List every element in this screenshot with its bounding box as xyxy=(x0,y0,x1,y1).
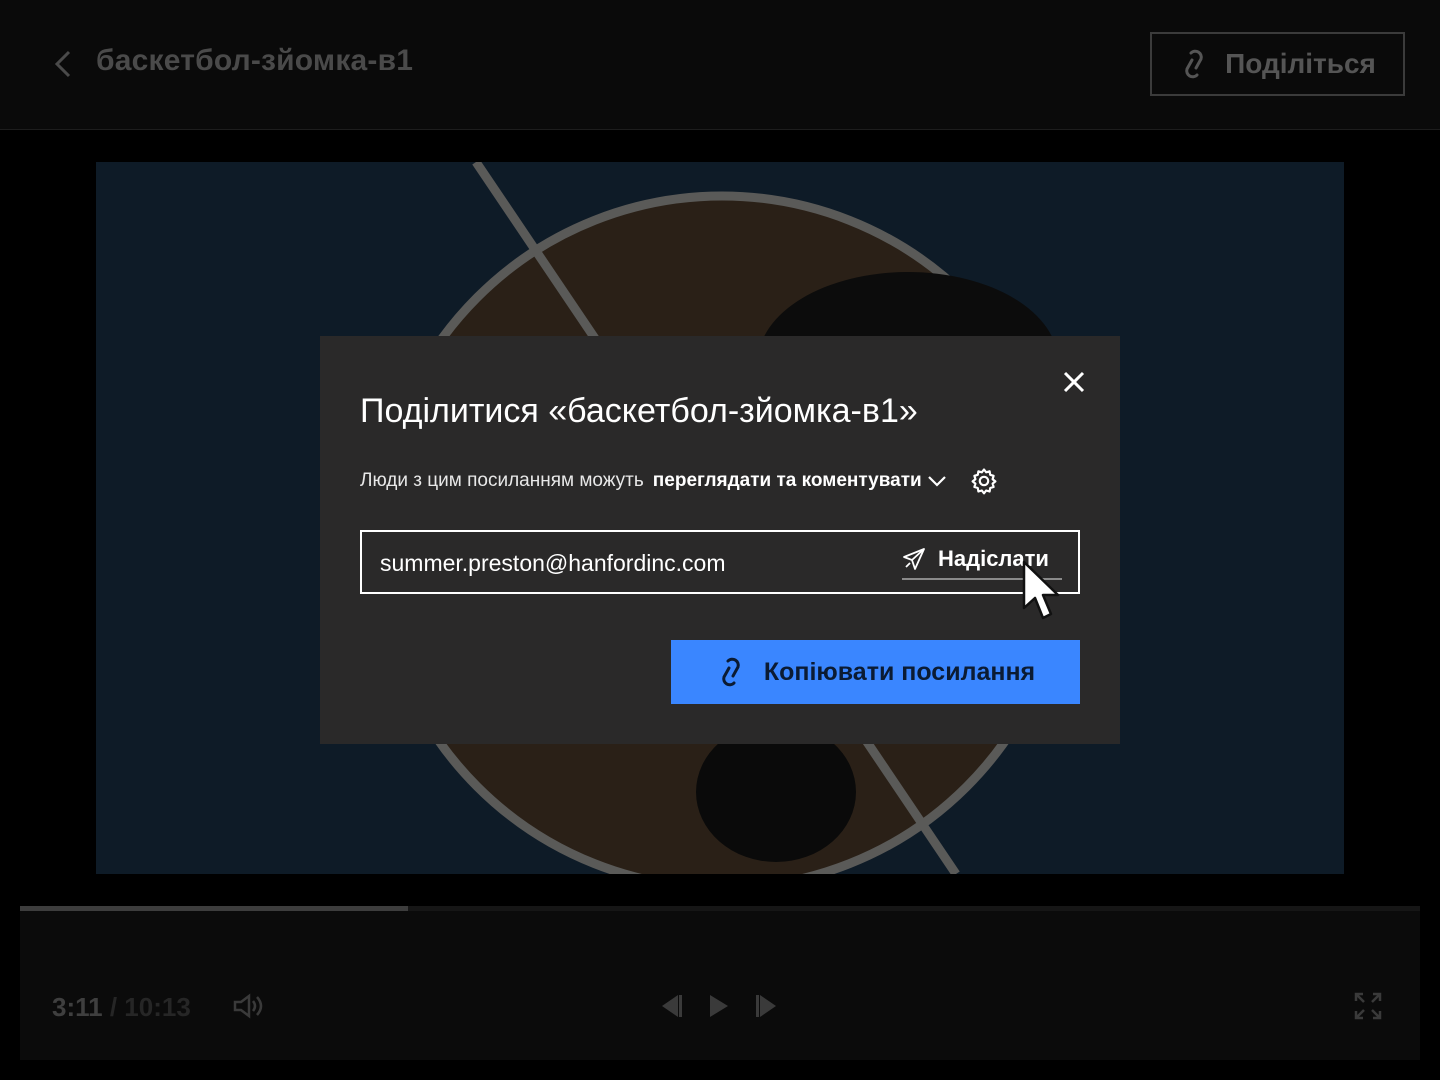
email-field-container: Надіслати xyxy=(360,530,1080,594)
close-button[interactable] xyxy=(1058,366,1090,398)
player-controls: 3:11 / 10:13 xyxy=(20,906,1420,1060)
copy-link-button[interactable]: Копіювати посилання xyxy=(671,640,1080,704)
copy-link-label: Копіювати посилання xyxy=(763,657,1036,686)
share-button-label: Поділіться xyxy=(1225,48,1376,79)
send-icon xyxy=(903,548,925,570)
volume-button[interactable] xyxy=(230,990,266,1022)
dialog-title: Поділитися «баскетбол-зйомка-в1» xyxy=(360,392,918,430)
top-bar: баскетбол-зйомка-в1 Поділіться xyxy=(0,0,1440,130)
progress-fill xyxy=(20,906,408,911)
fullscreen-button[interactable] xyxy=(1352,990,1384,1022)
fullscreen-icon xyxy=(1354,992,1382,1020)
current-time: 3:11 xyxy=(52,992,103,1022)
link-icon xyxy=(1185,49,1203,79)
settings-button[interactable] xyxy=(970,467,998,495)
time-display: 3:11 / 10:13 xyxy=(52,992,191,1023)
close-icon xyxy=(1063,371,1085,393)
time-separator: / xyxy=(102,992,125,1022)
chevron-down-icon xyxy=(927,476,946,487)
play-icon xyxy=(710,995,728,1017)
gear-icon xyxy=(971,468,997,495)
permission-row: Люди з цим посиланням можуть переглядати… xyxy=(360,466,998,496)
permission-dropdown[interactable]: переглядати та коментувати xyxy=(652,470,952,492)
permission-value: переглядати та коментувати xyxy=(652,470,922,491)
skip-forward-icon xyxy=(756,995,776,1017)
play-button[interactable] xyxy=(704,990,734,1022)
send-button[interactable]: Надіслати xyxy=(902,540,1062,580)
page-title: баскетбол-зйомка-в1 xyxy=(96,44,414,77)
permission-prefix: Люди з цим посиланням можуть xyxy=(360,470,644,491)
volume-icon xyxy=(233,993,263,1019)
skip-back-button[interactable] xyxy=(656,990,686,1022)
skip-back-icon xyxy=(662,995,682,1017)
back-button[interactable] xyxy=(46,46,80,82)
link-icon xyxy=(722,657,740,687)
skip-forward-button[interactable] xyxy=(752,990,782,1022)
progress-bar[interactable] xyxy=(20,906,1420,911)
email-input[interactable] xyxy=(380,546,880,580)
share-button[interactable]: Поділіться xyxy=(1150,32,1405,96)
send-button-label: Надіслати xyxy=(938,546,1049,571)
chevron-left-icon xyxy=(54,50,71,78)
duration: 10:13 xyxy=(124,992,191,1022)
